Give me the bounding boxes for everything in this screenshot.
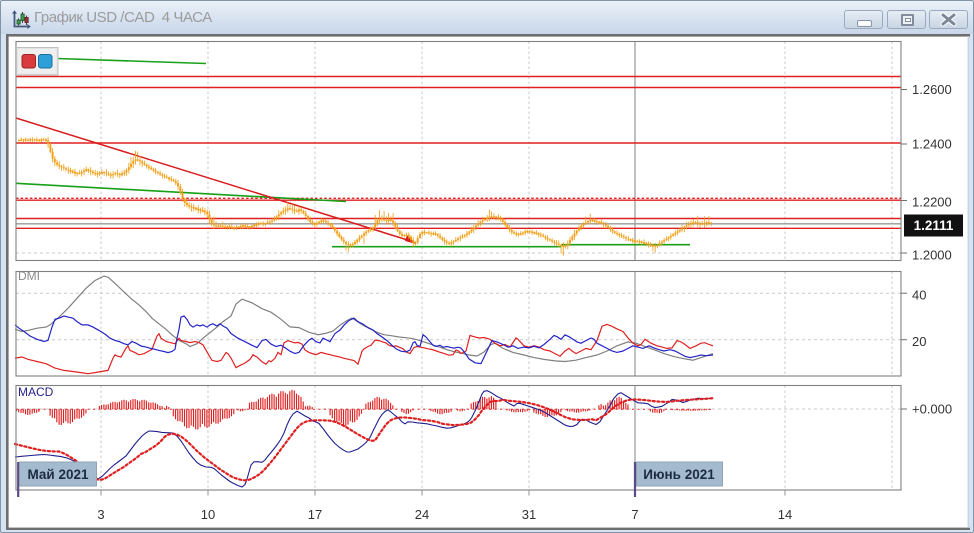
svg-text:1.2200: 1.2200 [912, 195, 952, 210]
svg-text:7: 7 [631, 507, 638, 522]
svg-text:MACD: MACD [18, 385, 54, 399]
svg-text:10: 10 [201, 507, 215, 522]
svg-text:14: 14 [778, 507, 792, 522]
svg-text:31: 31 [522, 507, 536, 522]
svg-text:1.2111: 1.2111 [914, 218, 954, 233]
svg-text:DMI: DMI [18, 269, 40, 283]
svg-text:1.2400: 1.2400 [912, 137, 952, 152]
svg-text:40: 40 [912, 288, 926, 303]
svg-text:1.2000: 1.2000 [912, 248, 952, 263]
svg-text:+0.000: +0.000 [912, 402, 952, 417]
svg-text:3: 3 [97, 507, 104, 522]
svg-text:24: 24 [415, 507, 429, 522]
svg-text:17: 17 [308, 507, 322, 522]
svg-text:20: 20 [912, 334, 926, 349]
svg-text:1.2600: 1.2600 [912, 82, 952, 97]
svg-text:Июнь 2021: Июнь 2021 [643, 467, 715, 482]
svg-text:Май 2021: Май 2021 [27, 467, 88, 482]
